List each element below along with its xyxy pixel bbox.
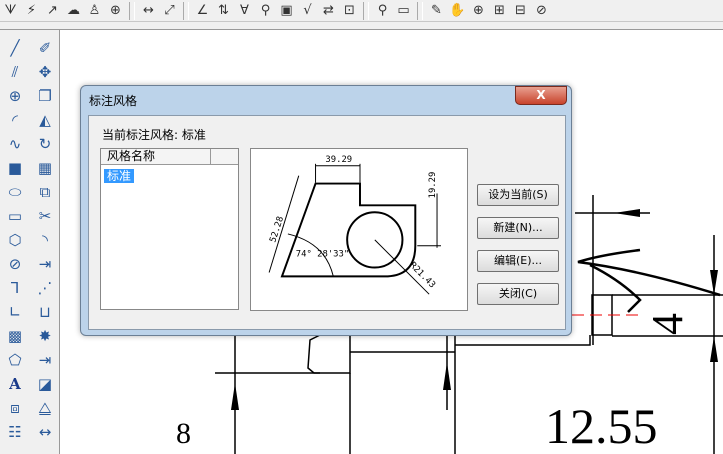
close-icon[interactable]: X (515, 86, 567, 105)
toolbar-strip (0, 22, 723, 30)
weld-symbol-icon[interactable]: ⚲ (255, 1, 276, 21)
linear-dim-icon[interactable]: ↔ (138, 1, 159, 21)
move-icon[interactable]: ✥ (30, 60, 59, 84)
zoom-realtime-icon[interactable]: ⊘ (531, 1, 552, 21)
aligned-dim-icon[interactable]: ⤢ (159, 1, 180, 21)
column-header-empty (211, 149, 238, 164)
dim-text: R21.43 (407, 261, 437, 291)
layer-state-icon[interactable]: ⧋ (30, 396, 59, 420)
style-list[interactable]: 风格名称 标准 (100, 148, 239, 310)
layer-icon[interactable]: ⧈ (0, 396, 30, 420)
query-icon[interactable]: ⚲ (372, 1, 393, 21)
dim-text: 52.28 (268, 215, 286, 244)
outline-icon[interactable]: ⬠ (0, 348, 30, 372)
align-icon[interactable]: ⇥ (30, 348, 59, 372)
zoom-in-icon[interactable]: ⊕ (468, 1, 489, 21)
eraser-icon[interactable]: ✐ (30, 36, 59, 60)
copy-icon[interactable]: ❐ (30, 84, 59, 108)
hatch-shape-icon[interactable]: ⊘ (0, 252, 30, 276)
centerline-icon[interactable]: ∟ (0, 300, 30, 324)
dim-text: 39.29 (325, 155, 352, 165)
toolbar-separator (417, 1, 423, 20)
dim-text: 19.29 (428, 172, 438, 199)
insert-icon[interactable]: ⊕ (105, 1, 126, 21)
freehand-leader (577, 248, 721, 313)
new-style-button[interactable]: 新建(N)... (477, 217, 559, 239)
set-current-button[interactable]: 设为当前(S) (477, 184, 559, 206)
line-icon[interactable]: ╱ (0, 36, 30, 60)
part-outline (455, 335, 591, 346)
pan-icon[interactable]: ✋ (447, 1, 468, 21)
parallel-line-icon[interactable]: ⫽ (0, 60, 30, 84)
user-symbol-icon[interactable]: ♙ (84, 1, 105, 21)
fillet-icon[interactable]: ◝ (30, 228, 59, 252)
dim-text: 4 (643, 313, 692, 335)
arc-icon[interactable]: ◜ (0, 108, 30, 132)
spline-icon[interactable]: ᗐ (0, 1, 21, 21)
pencil-icon[interactable]: ✎ (426, 1, 447, 21)
dim-text: 74° 28'33" (296, 250, 349, 260)
stretch-icon[interactable]: ⊔ (30, 300, 59, 324)
draw-modify-toolbar: ╱ ✐ ⫽ ✥ ⊕ ❐ ◜ ◭ ∿ ↻ ■ ▦ ⬭ ⧉ ▭ ✂ ⬡ ◝ ⊘ ⇥ ⅂ ⋰ ∟ ⊔ ▩ ✸ ⬠ ⇥ A ◪ ⧈ ⧋ ☷ ↔ (0, 30, 60, 454)
toolbar-separator (183, 1, 189, 20)
close-button[interactable]: 关闭(C) (477, 283, 559, 305)
break-icon[interactable]: ⋰ (30, 276, 59, 300)
current-style-label: 当前标注风格: 标准 (102, 128, 206, 142)
dialog-title: 标注风格 (89, 94, 138, 108)
point-icon[interactable]: ■ (0, 156, 30, 180)
arrow-icon (614, 209, 640, 217)
spline-curve-icon[interactable]: ∿ (0, 132, 30, 156)
roughness-icon[interactable]: √ (297, 1, 318, 21)
list-item[interactable]: 标准 (104, 169, 135, 183)
edit-style-button[interactable]: 编辑(E)... (477, 250, 559, 272)
dimension-style-dialog: 标注风格 X 当前标注风格: 标准 风格名称 标准 39.29 19.29 52… (80, 85, 572, 336)
toolbar-separator (363, 1, 369, 20)
measure-icon[interactable]: ▭ (393, 1, 414, 21)
text-align-icon[interactable]: ⇄ (318, 1, 339, 21)
arrow-icon[interactable]: ↗ (42, 1, 63, 21)
style-preview: 39.29 19.29 52.28 74° 28'33" R21.43 (250, 148, 468, 311)
zoom-window-icon[interactable]: ⊡ (339, 1, 360, 21)
list-header: 风格名称 (101, 149, 238, 165)
dialog-body: 当前标注风格: 标准 风格名称 标准 39.29 19.29 52.28 74°… (88, 115, 566, 330)
scale-icon[interactable]: ⧉ (30, 180, 59, 204)
hatch-icon[interactable]: ▩ (0, 324, 30, 348)
dimension-icon[interactable]: ↔ (30, 420, 59, 444)
dim-text: 8 (176, 417, 191, 450)
tolerance-icon[interactable]: ▣ (276, 1, 297, 21)
datum-icon[interactable]: ∀ (234, 1, 255, 21)
extend-icon[interactable]: ⇥ (30, 252, 59, 276)
baseline-dim-icon[interactable]: ⇅ (213, 1, 234, 21)
zigzag-icon[interactable]: ⚡ (21, 1, 42, 21)
polygon-icon[interactable]: ⬡ (0, 228, 30, 252)
ellipse-icon[interactable]: ⬭ (0, 180, 30, 204)
block-icon[interactable]: ◪ (30, 372, 59, 396)
arrow-icon (443, 362, 451, 390)
arrow-icon (231, 383, 239, 410)
angle-dim-icon[interactable]: ∠ (192, 1, 213, 21)
part-outline (307, 334, 351, 374)
toolbar-separator (129, 1, 135, 20)
array-icon[interactable]: ▦ (30, 156, 59, 180)
zoom-extents-icon[interactable]: ⊞ (489, 1, 510, 21)
text-icon[interactable]: A (0, 372, 30, 396)
explode-icon[interactable]: ✸ (30, 324, 59, 348)
arrow-icon (710, 336, 718, 362)
zoom-previous-icon[interactable]: ⊟ (510, 1, 531, 21)
trim-icon[interactable]: ✂ (30, 204, 59, 228)
rectangle-icon[interactable]: ▭ (0, 204, 30, 228)
circle-icon[interactable]: ⊕ (0, 84, 30, 108)
rotate-icon[interactable]: ↻ (30, 132, 59, 156)
column-header-style-name[interactable]: 风格名称 (101, 149, 211, 164)
mirror-icon[interactable]: ◭ (30, 108, 59, 132)
polyline-icon[interactable]: ⅂ (0, 276, 30, 300)
cloud-icon[interactable]: ☁ (63, 1, 84, 21)
main-toolbar: ᗐ ⚡ ↗ ☁ ♙ ⊕ ↔ ⤢ ∠ ⇅ ∀ ⚲ ▣ √ ⇄ ⊡ ⚲ ▭ ✎ ✋ ⊕ ⊞ ⊟ ⊘ (0, 0, 723, 22)
properties-icon[interactable]: ☷ (0, 420, 30, 444)
dim-text: 12.55 (545, 398, 658, 454)
